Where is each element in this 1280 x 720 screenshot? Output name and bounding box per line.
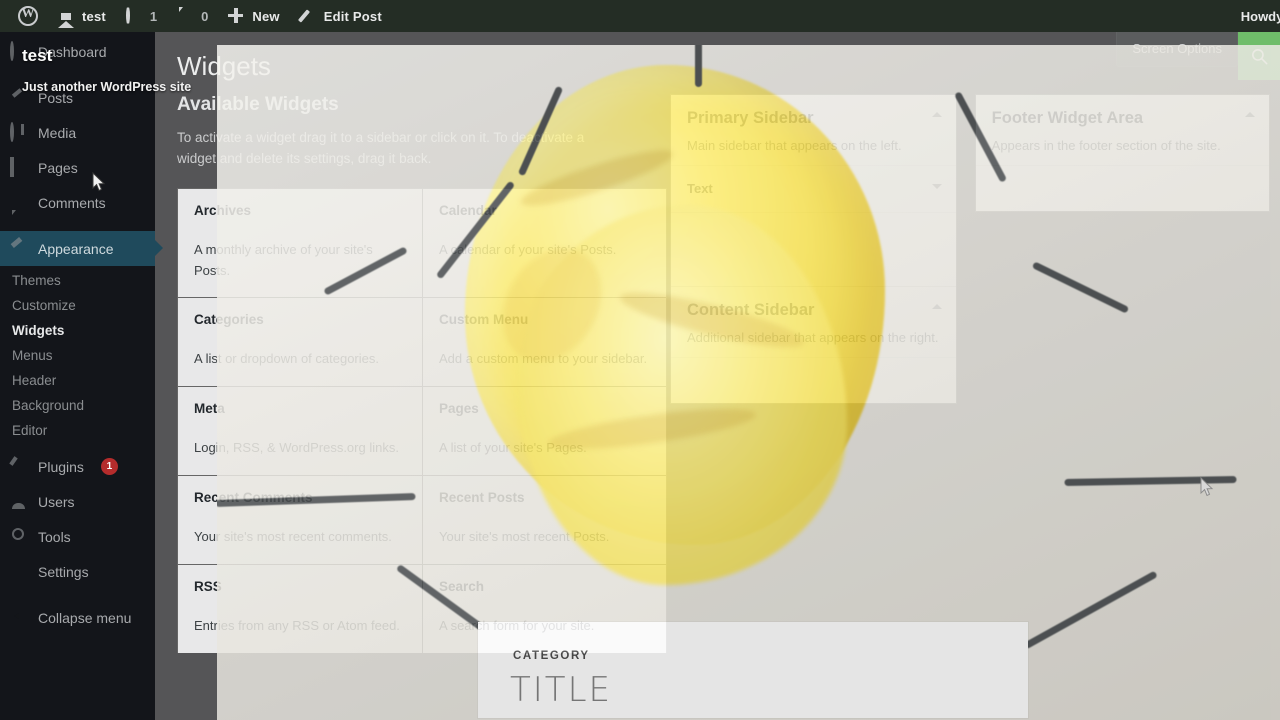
submenu-item-editor[interactable]: Editor xyxy=(0,418,155,443)
menu-separator xyxy=(0,69,155,80)
post-preview-card: CATEGORY TITLE xyxy=(478,622,1028,718)
screen: test 1 0 New Edit Post Howdy, Dashboard xyxy=(0,0,1280,720)
sidebar-item-label: Pages xyxy=(38,159,78,176)
submenu-item-themes[interactable]: Themes xyxy=(0,268,155,293)
overlay-site-title: test xyxy=(22,46,53,65)
plugins-update-badge: 1 xyxy=(100,458,118,475)
new-label: New xyxy=(252,8,280,24)
post-category-label: CATEGORY xyxy=(513,650,590,662)
submenu-item-background[interactable]: Background xyxy=(0,393,155,418)
sidebar-item-appearance[interactable]: Appearance xyxy=(0,231,163,266)
comments-count: 0 xyxy=(201,8,209,24)
submenu-item-widgets[interactable]: Widgets xyxy=(0,318,155,343)
idea-ray xyxy=(1023,570,1158,650)
submenu-item-customize[interactable]: Customize xyxy=(0,293,155,318)
sidebar-item-users[interactable]: Users xyxy=(0,484,155,519)
media-icon xyxy=(10,122,14,142)
admin-sidebar-menu: Dashboard Posts Media Pages Comments App… xyxy=(0,32,163,720)
idea-ray xyxy=(323,246,408,296)
sidebar-item-label: Collapse menu xyxy=(38,609,132,626)
refresh-icon xyxy=(125,5,130,25)
sidebar-item-plugins[interactable]: Plugins 1 xyxy=(0,449,155,484)
edit-post-menu[interactable]: Edit Post xyxy=(290,0,392,32)
sidebar-item-label: Tools xyxy=(38,528,71,545)
dashboard-icon xyxy=(10,41,14,61)
wp-admin-bar: test 1 0 New Edit Post Howdy, xyxy=(0,0,1280,32)
sidebar-item-pages[interactable]: Pages xyxy=(0,150,155,185)
appearance-submenu: Themes Customize Widgets Menus Header Ba… xyxy=(0,266,155,449)
site-name-menu[interactable]: test xyxy=(48,0,116,32)
my-account-menu[interactable]: Howdy, xyxy=(1231,0,1280,32)
idea-ray xyxy=(217,493,416,507)
sidebar-item-label: Settings xyxy=(38,563,89,580)
submenu-item-menus[interactable]: Menus xyxy=(0,343,155,368)
site-name-label: test xyxy=(82,8,106,24)
idea-ray xyxy=(695,45,702,87)
sidebar-item-media[interactable]: Media xyxy=(0,115,155,150)
new-content-menu[interactable]: New xyxy=(218,0,289,32)
pages-icon xyxy=(10,157,14,177)
mouse-cursor-sidebar xyxy=(92,172,106,192)
sidebar-item-label: Comments xyxy=(38,194,106,211)
sidebar-item-comments[interactable]: Comments xyxy=(0,185,155,220)
sidebar-item-label: Media xyxy=(38,124,77,141)
submenu-item-header[interactable]: Header xyxy=(0,368,155,393)
wp-logo-menu[interactable] xyxy=(0,0,48,32)
menu-separator xyxy=(0,589,155,600)
menu-separator xyxy=(0,220,155,231)
idea-ray xyxy=(1031,261,1130,314)
sidebar-item-label: Appearance xyxy=(38,240,114,257)
mouse-cursor-content xyxy=(1200,477,1214,497)
comments-menu[interactable]: 0 xyxy=(167,0,218,32)
post-title-label: TITLE xyxy=(510,670,612,710)
howdy-label: Howdy, xyxy=(1240,8,1280,24)
wordpress-logo-icon xyxy=(18,5,38,26)
updates-count: 1 xyxy=(149,8,158,24)
edit-post-label: Edit Post xyxy=(323,8,382,24)
transition-photo-overlay: CATEGORY TITLE xyxy=(217,45,1280,720)
updates-menu[interactable]: 1 xyxy=(116,0,167,32)
home-icon xyxy=(58,5,74,28)
sidebar-item-label: Plugins xyxy=(38,458,84,475)
sidebar-item-label: Users xyxy=(38,493,75,510)
overlay-site-tagline: Just another WordPress site xyxy=(22,80,192,94)
sidebar-item-settings[interactable]: Settings xyxy=(0,554,155,589)
idea-ray xyxy=(953,91,1008,183)
sidebar-item-tools[interactable]: Tools xyxy=(0,519,155,554)
sidebar-item-collapse-menu[interactable]: Collapse menu xyxy=(0,600,155,635)
